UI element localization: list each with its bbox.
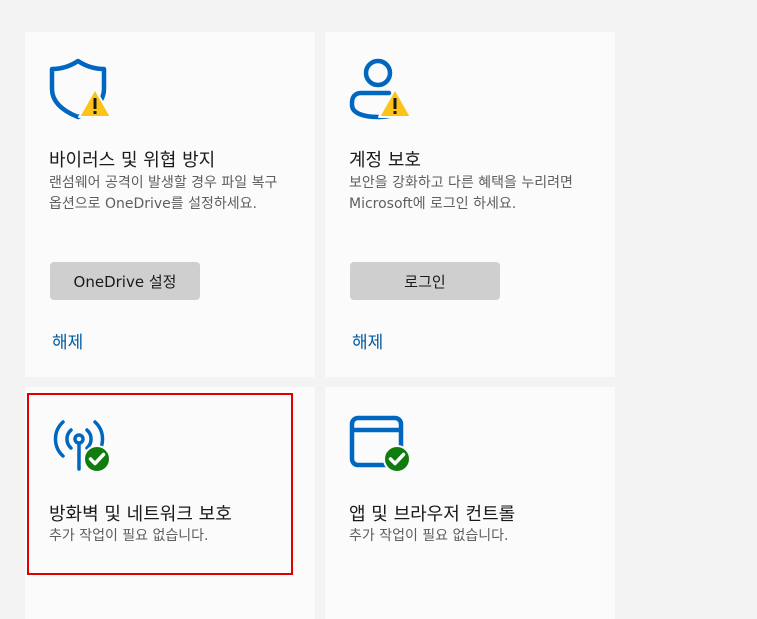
dismiss-link[interactable]: 해제 [352,328,383,353]
browser-ok-icon [349,415,411,473]
shield-warning-icon [49,58,111,120]
card-description: 추가 작업이 필요 없습니다. [349,528,509,544]
sign-in-button[interactable]: 로그인 [350,262,500,300]
card-description: 랜섬웨어 공격이 발생할 경우 파일 복구 옵션으로 OneDrive를 설정하… [49,175,278,212]
dismiss-link[interactable]: 해제 [52,328,83,353]
card-account-protection[interactable]: 계정 보호 보안을 강화하고 다른 혜택을 누리려면 Microsoft에 로그… [325,32,615,377]
card-app-browser-control[interactable]: 앱 및 브라우저 컨트롤 추가 작업이 필요 없습니다. [325,387,615,619]
card-virus-threat-protection[interactable]: 바이러스 및 위협 방지 랜섬웨어 공격이 발생할 경우 파일 복구 옵션으로 … [25,32,315,377]
person-warning-icon [349,58,411,120]
card-title: 바이러스 및 위협 방지 [49,150,216,171]
card-title: 계정 보호 [349,150,421,171]
card-description: 보안을 강화하고 다른 혜택을 누리려면 Microsoft에 로그인 하세요. [349,175,573,212]
card-title: 앱 및 브라우저 컨트롤 [349,504,516,525]
highlight-box [27,393,293,575]
onedrive-setup-button[interactable]: OneDrive 설정 [50,262,200,300]
